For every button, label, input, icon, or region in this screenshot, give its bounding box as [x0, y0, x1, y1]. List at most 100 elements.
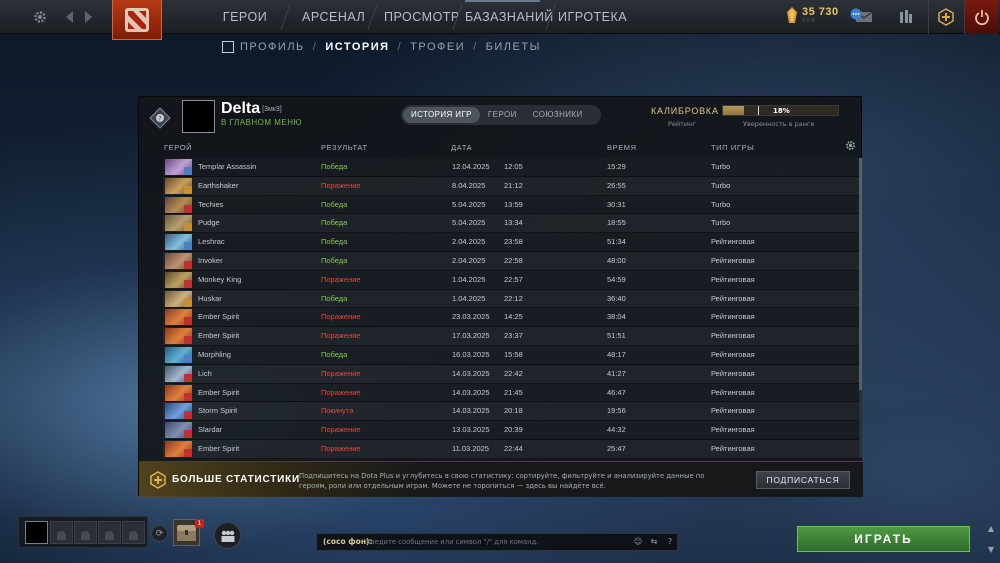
match-result: Поражение — [321, 443, 361, 453]
match-row[interactable]: Slardar Поражение 13.03.2025 20:39 44:32 Рейт… — [163, 421, 859, 440]
forward-arrow-icon[interactable] — [80, 0, 96, 34]
match-row[interactable]: Ember Spirit Поражение 23.03.2025 14:25 38:0… — [163, 308, 859, 328]
game-type: Turbo — [711, 199, 731, 209]
match-row[interactable]: Storm Spirit Покинута 14.03.2025 20:18 19:56… — [163, 402, 859, 422]
match-duration: 46:47 — [607, 387, 626, 397]
subnav-trophies[interactable]: ТРОФЕИ — [410, 41, 465, 53]
match-time: 20:18 — [504, 406, 523, 416]
arrow-up-icon[interactable]: ▲ — [988, 524, 994, 533]
match-duration: 30:31 — [607, 199, 626, 209]
help-icon[interactable]: ? — [664, 536, 676, 548]
party-finder-button[interactable] — [214, 522, 241, 549]
player-name[interactable]: Delta [3мк3] — [221, 100, 282, 118]
column-header-result[interactable]: РЕЗУЛЬТАТ — [321, 143, 368, 152]
hero-portrait — [165, 346, 192, 363]
subnav-profile[interactable]: ПРОФИЛЬ — [240, 41, 305, 53]
column-header-hero[interactable]: ГЕРОЙ — [164, 143, 192, 152]
match-duration: 51:51 — [607, 331, 626, 341]
hero-name: Slardar — [198, 425, 223, 435]
dota-plus-button[interactable] — [928, 0, 962, 34]
hero-portrait — [165, 177, 192, 194]
chat-input[interactable]: Введите сообщение или символ "/" для ком… — [366, 534, 538, 550]
match-date: 16.03.2025 — [452, 349, 490, 359]
column-header-duration[interactable]: ВРЕМЯ — [607, 143, 637, 152]
match-row[interactable]: Morphling Победа 16.03.2025 15:58 48:17 Рейти… — [163, 346, 859, 365]
match-date: 13.03.2025 — [452, 425, 490, 435]
inventory-badge: 1 — [195, 519, 204, 528]
match-result: Победа — [321, 255, 348, 265]
arrow-down-icon[interactable]: ▼ — [988, 545, 994, 554]
chat-settings-icon[interactable]: ⇆ — [648, 536, 660, 548]
refresh-icon[interactable]: ⟳ — [151, 525, 168, 542]
party-slot-self[interactable] — [25, 521, 48, 544]
hero-portrait — [165, 196, 192, 213]
column-header-game-type[interactable]: ТИП ИГРЫ — [711, 143, 754, 152]
role-icon — [184, 448, 192, 457]
person-icon — [105, 531, 114, 540]
match-row[interactable]: Pudge Победа 5.04.2025 13:34 18:55 Turbo — [163, 214, 859, 234]
role-icon — [184, 298, 192, 307]
play-button[interactable]: ИГРАТЬ — [797, 526, 970, 552]
party-slot-empty[interactable] — [50, 521, 73, 544]
hero-portrait — [165, 252, 192, 269]
party-slot-empty[interactable] — [74, 521, 97, 544]
match-date: 5.04.2025 — [452, 199, 486, 209]
match-date: 1.04.2025 — [452, 274, 486, 284]
rank-badge-icon[interactable]: ? — [149, 107, 171, 129]
match-list-scrollbar[interactable] — [859, 158, 862, 458]
game-type: Рейтинговая — [711, 349, 755, 359]
match-row[interactable]: Monkey King Поражение 1.04.2025 22:57 54:59 Р… — [163, 271, 859, 290]
calibration-label: КАЛИБРОВКА — [651, 106, 719, 116]
match-date: 1.04.2025 — [452, 293, 486, 303]
match-result: Победа — [321, 349, 348, 359]
play-options[interactable]: ▲ ▼ — [984, 524, 998, 554]
player-avatar[interactable] — [182, 100, 215, 133]
tab-allies[interactable]: СОЮЗНИКИ — [525, 107, 591, 123]
nav-armory[interactable]: АРСЕНАЛ — [302, 0, 365, 34]
hero-name: Lich — [198, 368, 212, 378]
power-button[interactable] — [964, 0, 998, 34]
nav-divider — [367, 4, 378, 30]
match-row[interactable]: Huskar Победа 1.04.2025 22:12 36:40 Рейтингов… — [163, 289, 859, 309]
group-icon — [221, 530, 234, 542]
nav-heroes[interactable]: ГЕРОИ — [222, 0, 268, 34]
match-result: Поражение — [321, 274, 361, 284]
nav-active-indicator — [465, 0, 540, 2]
subnav-history[interactable]: ИСТОРИЯ — [325, 41, 389, 53]
match-row[interactable]: Ember Spirit Поражение 14.03.2025 21:45 46:4… — [163, 384, 859, 403]
hero-name: Invoker — [198, 255, 223, 265]
match-row[interactable]: Ember Spirit Поражение 17.03.2025 23:37 51:5… — [163, 327, 859, 346]
match-result: Поражение — [321, 312, 361, 322]
tower-icon[interactable] — [892, 0, 920, 34]
match-result: Победа — [321, 293, 348, 303]
back-arrow-icon[interactable] — [62, 0, 78, 34]
match-row[interactable]: Ember Spirit Поражение 11.03.2025 22:44 25:4… — [163, 439, 859, 459]
dota-logo-button[interactable] — [112, 0, 162, 40]
emoji-icon[interactable]: ☺ — [632, 536, 644, 548]
match-row[interactable]: Lich Поражение 14.03.2025 22:42 41:27 Рейтинг… — [163, 364, 859, 384]
party-slot-empty[interactable] — [122, 521, 145, 544]
nav-watch[interactable]: ПРОСМОТР — [384, 0, 459, 34]
settings-gear-icon[interactable] — [28, 0, 52, 34]
hero-portrait — [165, 403, 192, 420]
match-row[interactable]: Leshrac Победа 2.04.2025 23:58 51:34 Рейтинго… — [163, 233, 859, 252]
subscribe-button[interactable]: ПОДПИСАТЬСЯ — [756, 471, 850, 489]
match-row[interactable]: Invoker Победа 2.04.2025 22:58 48:00 Рейтинго… — [163, 251, 859, 271]
scrollbar-thumb[interactable] — [859, 158, 862, 390]
hero-portrait — [165, 384, 192, 401]
nav-arcade[interactable]: ИГРОТЕКА — [558, 0, 627, 34]
match-row[interactable]: Earthshaker Поражение 8.04.2025 21:12 26:55 T… — [163, 176, 859, 196]
tab-match-history[interactable]: ИСТОРИЯ ИГР — [403, 107, 480, 123]
match-time: 15:58 — [504, 349, 523, 359]
table-settings-gear-icon[interactable] — [845, 140, 856, 154]
match-list: Templar Assassin Победа 12.04.2025 12:05 15:… — [163, 158, 859, 460]
column-header-date[interactable]: ДАТА — [451, 143, 472, 152]
match-row[interactable]: Techies Победа 5.04.2025 13:59 30:31 Turbo — [163, 196, 859, 215]
gold-display[interactable]: 35 730 0 0 0 — [786, 6, 839, 24]
tab-heroes[interactable]: ГЕРОИ — [480, 107, 525, 123]
match-row[interactable]: Templar Assassin Победа 12.04.2025 12:05 15:… — [163, 158, 859, 177]
party-slot-empty[interactable] — [98, 521, 121, 544]
nav-knowledge-base[interactable]: БАЗАЗНАНИЙ — [465, 0, 553, 34]
top-bar: ГЕРОИ АРСЕНАЛ ПРОСМОТР БАЗАЗНАНИЙ ИГРОТЕ… — [0, 0, 1000, 40]
subnav-tickets[interactable]: БИЛЕТЫ — [486, 41, 541, 53]
